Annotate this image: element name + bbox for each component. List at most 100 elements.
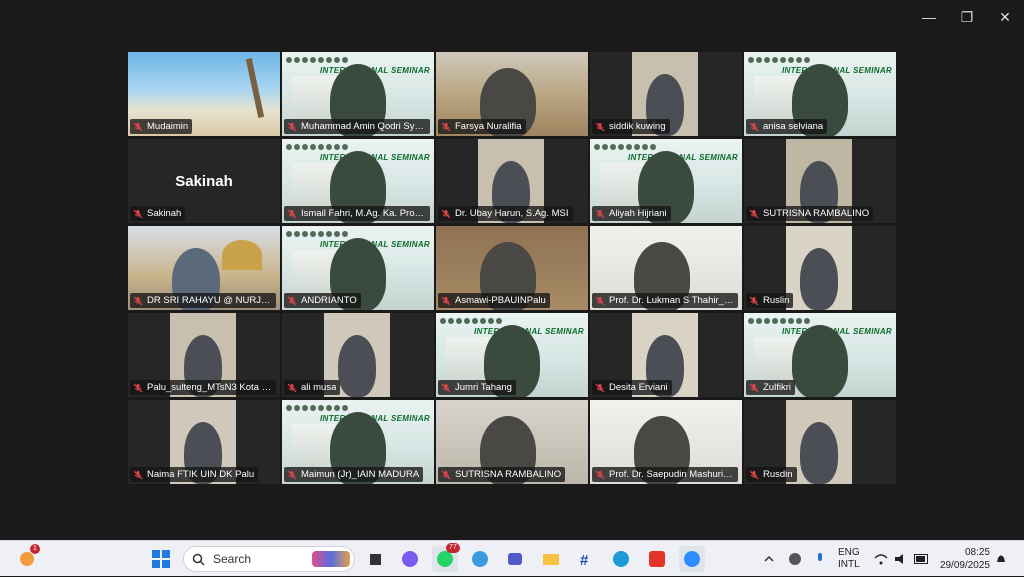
participant-tile[interactable]: INTERNATIONAL SEMINAR Ismail Fahri, M.Ag.… [282,139,434,223]
participant-name-label: Ismail Fahri, M.Ag. Ka. Prodi ... [284,206,430,221]
participant-tile[interactable]: Prof. Dr. Lukman S Thahir_P... [590,226,742,310]
notification-bell-icon[interactable] [995,541,1007,577]
muted-mic-icon [441,296,451,305]
participant-camera-feed [786,226,852,310]
wps-office-icon[interactable] [644,546,670,572]
muted-mic-icon [287,296,297,305]
participant-tile[interactable]: Prof. Dr. Saepudin Mashuri, ... [590,400,742,484]
system-clock[interactable]: 08:25 29/09/2025 [940,546,990,572]
participant-tile[interactable]: Asmawi-PBAUINPalu [436,226,588,310]
participant-tile[interactable]: Naima FTIK UIN DK Palu [128,400,280,484]
muted-mic-icon [595,383,605,392]
copilot-icon[interactable] [397,546,423,572]
participant-name-label: Desita Erviani [592,380,672,395]
muted-mic-icon [749,122,759,131]
windows-taskbar: 1 Search 77 # ENG INTL 08:25 29/09/2025 [0,540,1024,576]
participant-name-label: anisa selviana [746,119,828,134]
participant-tile[interactable]: INTERNATIONAL SEMINAR anisa selviana [744,52,896,136]
participant-name-label: Palu_sulteng_MTsN3 Kota P... [130,380,276,395]
participant-tile[interactable]: INTERNATIONAL SEMINAR Zulfikri [744,313,896,397]
participant-name-label: ANDRIANTO [284,293,361,308]
participant-name-label: SUTRISNA RAMBALINO [438,467,566,482]
security-icon[interactable] [788,541,802,577]
participant-name-label: Zulfikri [746,380,795,395]
app-hash-icon[interactable]: # [573,546,599,572]
participant-name: Mudaimin [147,121,189,132]
zoom-icon[interactable] [679,546,705,572]
participant-figure [338,335,376,397]
participant-name: Prof. Dr. Lukman S Thahir_P... [609,295,734,306]
logo-strip [440,318,502,324]
participant-tile[interactable]: INTERNATIONAL SEMINAR ANDRIANTO [282,226,434,310]
participant-name: SUTRISNA RAMBALINO [763,208,870,219]
participant-tile[interactable]: DR SRI RAHAYU @ NURJAN... [128,226,280,310]
edge-icon[interactable] [608,546,634,572]
taskbar-search-box[interactable]: Search [183,546,355,572]
microphone-icon[interactable] [815,541,825,577]
battery-icon[interactable] [914,541,930,577]
participant-name: ali musa [301,382,337,393]
participant-tile[interactable]: Palu_sulteng_MTsN3 Kota P... [128,313,280,397]
participant-tile[interactable]: ali musa [282,313,434,397]
whatsapp-icon[interactable]: 77 [432,543,460,572]
participant-name: Farsya Nuralifia [455,121,522,132]
muted-mic-icon [133,383,143,392]
participant-name-label: Ruslin [746,293,794,308]
participant-tile[interactable]: Sakinah Sakinah [128,139,280,223]
participant-name: Dr. Ubay Harun, S.Ag. MSI [455,208,569,219]
clock-date: 29/09/2025 [939,560,990,571]
participant-tile[interactable]: siddik kuwing [590,52,742,136]
muted-mic-icon [441,383,451,392]
muted-mic-icon [287,209,297,218]
participant-tile[interactable]: INTERNATIONAL SEMINAR Maimun (Jr)_IAIN MA… [282,400,434,484]
start-button[interactable] [148,546,174,572]
zoom-meeting-window: — ❐ ✕ Mudaimin INTERNATIONAL SEMINAR Muham… [0,0,1024,540]
participant-tile[interactable]: INTERNATIONAL SEMINAR Muhammad Amin Qodri… [282,52,434,136]
participant-tile[interactable]: Rusdin [744,400,896,484]
minimize-button[interactable]: — [910,4,948,30]
weather-widget-icon[interactable]: 1 [14,544,40,572]
muted-mic-icon [595,209,605,218]
participant-name: Prof. Dr. Saepudin Mashuri, ... [609,469,734,480]
language-indicator[interactable]: ENG INTL [838,541,860,577]
show-hidden-icons[interactable] [764,541,774,577]
participant-tile[interactable]: Farsya Nuralifia [436,52,588,136]
palm-tree-image [245,58,265,118]
file-explorer-icon[interactable] [538,546,564,572]
volume-icon[interactable] [894,541,908,577]
whatsapp-badge: 77 [446,543,460,553]
participant-tile[interactable]: Dr. Ubay Harun, S.Ag. MSI [436,139,588,223]
participant-name-label: Dr. Ubay Harun, S.Ag. MSI [438,206,573,221]
gallery-view-grid: Mudaimin INTERNATIONAL SEMINAR Muhammad Am… [128,52,896,484]
maximize-button[interactable]: ❐ [948,4,986,30]
participant-name: Muhammad Amin Qodri Sya... [301,121,426,132]
participant-tile[interactable]: Ruslin [744,226,896,310]
participant-tile[interactable]: SUTRISNA RAMBALINO [436,400,588,484]
participant-tile[interactable]: Mudaimin [128,52,280,136]
participant-name: Rusdin [763,469,793,480]
muted-mic-icon [441,209,451,218]
logo-strip [594,144,656,150]
participant-name: Asmawi-PBAUINPalu [455,295,546,306]
muted-mic-icon [441,122,451,131]
close-button[interactable]: ✕ [986,4,1024,30]
participant-tile[interactable]: INTERNATIONAL SEMINAR Jumri Tahang [436,313,588,397]
participant-name: Jumri Tahang [455,382,512,393]
participant-name-label: Jumri Tahang [438,380,516,395]
search-highlight-icon [312,551,350,567]
participant-name-label: Prof. Dr. Saepudin Mashuri, ... [592,467,738,482]
wifi-icon[interactable] [874,541,888,577]
muted-mic-icon [749,296,759,305]
participant-name: Zulfikri [763,382,791,393]
task-view-icon[interactable] [362,546,388,572]
participant-name: DR SRI RAHAYU @ NURJAN... [147,295,272,306]
participant-name: ANDRIANTO [301,295,357,306]
chat-app-icon[interactable] [467,546,493,572]
participant-name-label: Muhammad Amin Qodri Sya... [284,119,430,134]
participant-tile[interactable]: SUTRISNA RAMBALINO [744,139,896,223]
teams-icon[interactable] [502,546,528,572]
participant-tile[interactable]: Desita Erviani [590,313,742,397]
participant-tile[interactable]: INTERNATIONAL SEMINAR Aliyah Hijriani [590,139,742,223]
muted-mic-icon [595,122,605,131]
participant-name: Naima FTIK UIN DK Palu [147,469,255,480]
